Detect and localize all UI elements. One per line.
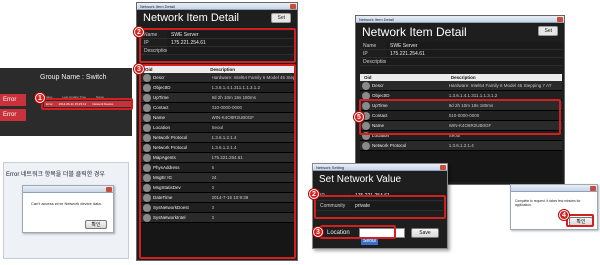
step-marker-5: 5	[354, 112, 364, 122]
table-row[interactable]: Descr Hardware: Intel64 Family 6 Model 45…	[360, 81, 562, 91]
oid-icon	[362, 142, 370, 150]
set-button[interactable]: Set	[538, 26, 558, 36]
detail-left-title: Network Item Detail Set	[137, 10, 297, 26]
step-marker-1: 1	[35, 93, 45, 103]
highlight-detail-fields	[139, 28, 296, 63]
confirm-dialog-message: Complete to request. It takes few minute…	[515, 199, 581, 207]
highlight-set-fields	[314, 195, 446, 219]
field-name: Name SWE Server	[360, 42, 562, 50]
highlight-confirm-ok	[566, 214, 594, 227]
error-dialog-ok-button[interactable]: 확인	[85, 220, 107, 229]
detail-right-titlebar: Network Item Detail	[356, 16, 564, 23]
set-dialog-titlebar: Network Setting	[313, 164, 447, 171]
highlight-detail-table	[139, 64, 296, 259]
error-dialog-titlebar	[23, 186, 113, 193]
detail-left-titlebar: Network Item Detail	[137, 3, 297, 10]
highlight-writable-rows	[359, 99, 561, 135]
field-description: Description	[360, 58, 562, 66]
group-name-label: Group Name : Switch	[40, 74, 107, 81]
close-icon[interactable]	[557, 17, 563, 22]
save-button[interactable]: Save	[411, 228, 439, 238]
side-tab-error-1[interactable]: Error	[0, 94, 26, 106]
error-dialog-message: Can't access error Network device data.	[31, 201, 102, 206]
error-dialog: Can't access error Network device data. …	[22, 185, 114, 233]
highlight-list-row	[41, 98, 133, 110]
side-tab-error-2[interactable]: Error	[0, 109, 26, 121]
close-icon[interactable]	[440, 165, 446, 170]
oid-name: Descr	[372, 83, 384, 88]
caption-text: Error 네트워크 항목을 더블 클릭한 경우	[6, 172, 105, 178]
oid-icon	[362, 82, 370, 90]
set-button[interactable]: Set	[271, 13, 291, 23]
step-marker-3b: 3	[313, 227, 323, 237]
detail-right-title: Network Item Detail Set	[356, 23, 564, 41]
highlight-location-field	[320, 225, 396, 239]
field-ip: IP 175.221.254.61	[360, 50, 562, 58]
caption-box: Error 네트워크 항목을 더블 클릭한 경우 Can't access er…	[3, 162, 129, 259]
confirm-dialog-titlebar	[511, 185, 597, 192]
step-marker-3: 3	[134, 64, 144, 74]
oid-description: Hardware: Intel64 Family 6 Model 45 Step…	[448, 83, 552, 88]
table-header: Oid Description	[360, 74, 562, 81]
detail-right-fields: Name SWE Server IP 175.221.254.61 Descript…	[360, 42, 562, 66]
table-row[interactable]: Network Protocol 1.3.6.1.2.1.4	[360, 141, 562, 151]
oid-name: Network Protocol	[372, 143, 407, 148]
close-icon[interactable]	[106, 187, 112, 192]
step-marker-2: 2	[134, 27, 144, 37]
close-icon[interactable]	[590, 186, 596, 191]
oid-description: 1.3.6.1.2.1.4	[448, 143, 474, 148]
set-dialog-title: Set Network Value	[319, 174, 402, 185]
step-marker-2b: 2	[309, 189, 319, 199]
close-icon[interactable]	[290, 4, 296, 9]
step-marker-4: 4	[559, 210, 569, 220]
